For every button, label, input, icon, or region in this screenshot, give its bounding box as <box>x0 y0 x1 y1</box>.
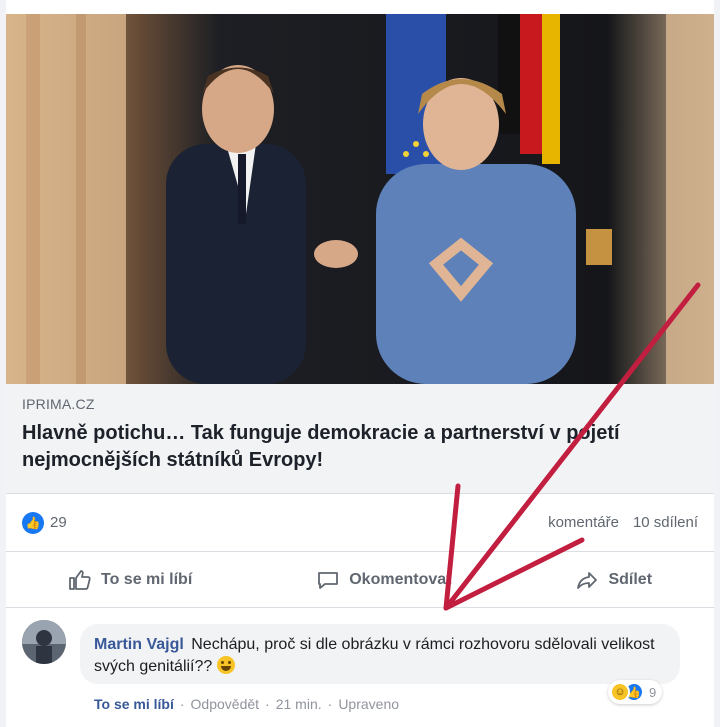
share-button[interactable]: Sdílet <box>575 568 652 592</box>
like-count[interactable]: 29 <box>50 514 67 531</box>
like-reaction-icon: 👍 <box>22 511 44 534</box>
comment-timestamp[interactable]: 21 min. <box>276 696 322 712</box>
link-preview[interactable]: IPRIMA.CZ Hlavně potichu… Tak funguje de… <box>6 384 714 494</box>
comment-edited-label[interactable]: Upraveno <box>338 696 399 712</box>
link-domain: IPRIMA.CZ <box>22 396 95 412</box>
reaction-count: 9 <box>649 684 657 700</box>
photo-illustration <box>6 14 714 384</box>
comment-like-link[interactable]: To se mi líbí <box>94 696 174 712</box>
engagement-counts: komentáře 10 sdílení <box>548 514 698 531</box>
comment-bubble: Martin Vajgl Nechápu, proč si dle obrázk… <box>80 624 680 684</box>
avatar[interactable] <box>22 620 66 664</box>
feed-post: IPRIMA.CZ Hlavně potichu… Tak funguje de… <box>6 0 714 727</box>
share-arrow-icon <box>577 571 598 589</box>
like-button-label: To se mi líbí <box>100 570 193 588</box>
share-button-label: Sdílet <box>608 570 653 588</box>
post-photo[interactable] <box>6 14 714 384</box>
speech-bubble-icon <box>318 571 339 589</box>
comment-reply-link[interactable]: Odpovědět <box>191 696 260 712</box>
haha-reaction-icon: ☺ <box>610 682 630 702</box>
thumbs-up-icon <box>69 569 91 590</box>
shares-count[interactable]: 10 sdílení <box>633 514 698 531</box>
comment-button-label: Okomentovat <box>349 570 452 588</box>
comments-count[interactable]: komentáře <box>548 514 619 531</box>
comment-reactions[interactable]: ☺ 👍 9 <box>608 680 663 704</box>
separator: · <box>265 696 270 712</box>
post-stats: 👍 29 komentáře 10 sdílení <box>6 494 714 552</box>
comment-author[interactable]: Martin Vajgl <box>94 636 184 653</box>
like-button[interactable]: To se mi líbí <box>68 568 192 592</box>
avatar-image <box>22 620 66 664</box>
separator: · <box>179 696 185 712</box>
comment-button[interactable]: Okomentovat <box>316 568 451 592</box>
grinning-emoji-icon <box>216 656 235 674</box>
comment-meta: To se mi líbí · Odpovědět · 21 min. · Up… <box>94 696 399 712</box>
post-actions: To se mi líbí Okomentovat Sdílet <box>6 552 714 608</box>
link-headline[interactable]: Hlavně potichu… Tak funguje demokracie a… <box>22 420 662 474</box>
separator: · <box>327 696 333 712</box>
